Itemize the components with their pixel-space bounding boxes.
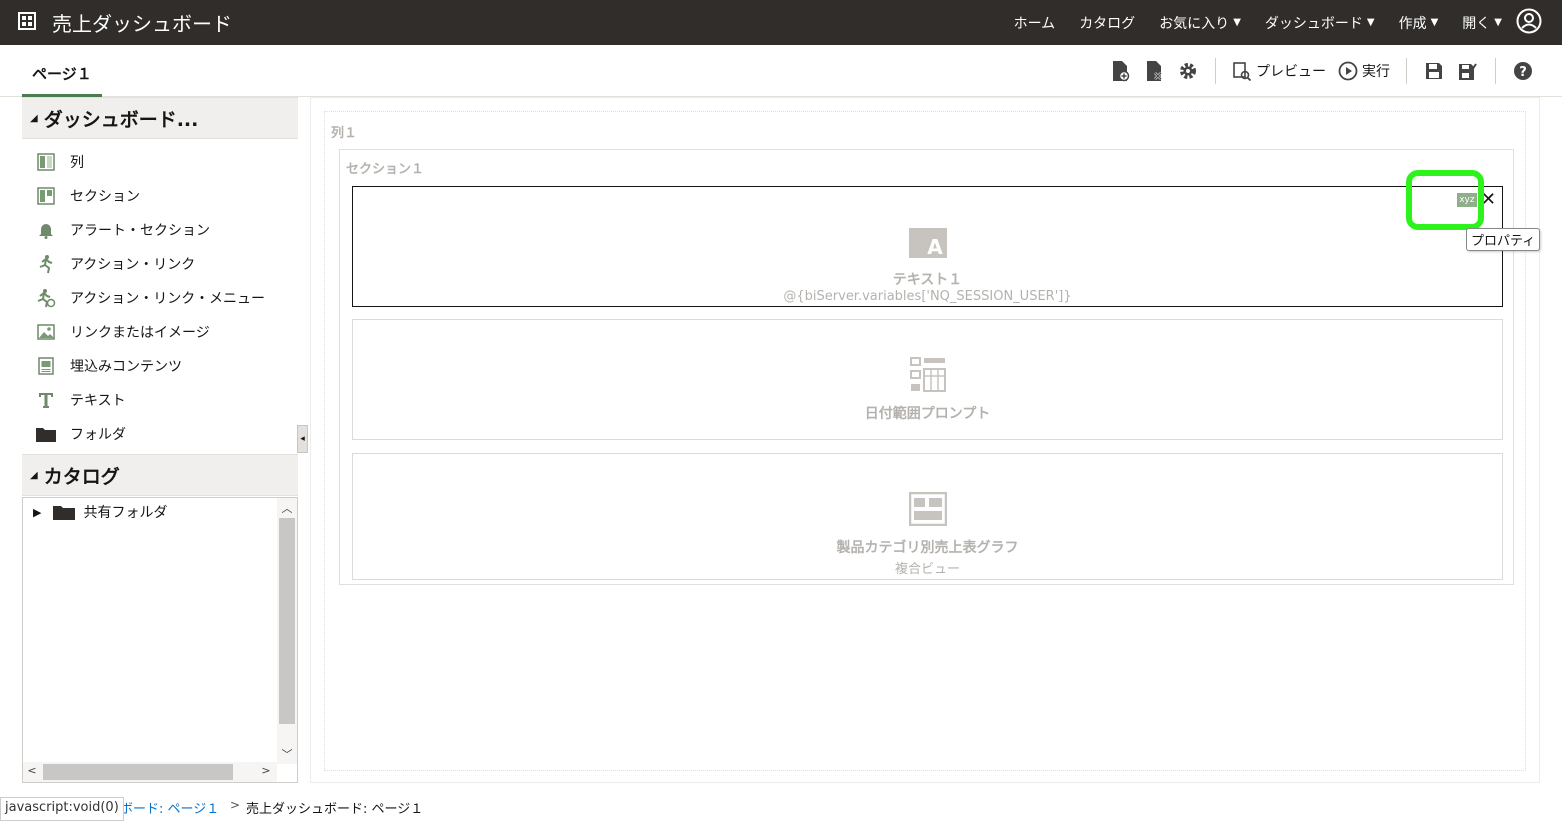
- bell-icon: [36, 220, 56, 240]
- help-icon[interactable]: ?: [1512, 60, 1534, 82]
- scroll-right-icon[interactable]: >: [259, 764, 273, 778]
- object-item-folder[interactable]: フォルダ: [22, 417, 298, 451]
- dashboard-objects-header[interactable]: ◢ ダッシュボード...: [22, 97, 298, 139]
- object-item-section[interactable]: セクション: [22, 179, 298, 213]
- image-icon: [36, 322, 56, 342]
- column-label: 列１: [331, 126, 358, 141]
- folder-icon: [53, 506, 76, 520]
- svg-text:?: ?: [1519, 65, 1527, 80]
- scroll-left-icon[interactable]: <: [25, 764, 39, 778]
- caret-down-icon: ▼: [1233, 17, 1241, 28]
- view-subtitle: @{biServer.variables['NQ_SESSION_USER']}: [783, 289, 1072, 304]
- view-title: 製品カテゴリ別売上表グラフ: [836, 540, 1019, 556]
- nav-home[interactable]: ホーム: [1014, 13, 1056, 33]
- action-link-icon: [36, 254, 56, 274]
- view-tools: xyz ✕: [1456, 191, 1496, 209]
- tree-item-shared-folders[interactable]: ▶ 共有フォルダ: [33, 502, 167, 522]
- status-bar-link-preview: javascript:void(0): [0, 797, 124, 821]
- view-date-prompt[interactable]: 日付範囲プロンプト: [352, 319, 1503, 440]
- collapse-triangle-icon: ◢: [30, 469, 38, 481]
- object-item-embedded-content[interactable]: 埋込みコンテンツ: [22, 349, 298, 383]
- object-item-link-or-image[interactable]: リンクまたはイメージ: [22, 315, 298, 349]
- caret-down-icon: ▼: [1430, 17, 1439, 28]
- scroll-up-icon[interactable]: ︿: [280, 500, 294, 515]
- top-bar: 売上ダッシュボード ホーム カタログ お気に入り ▼ ダッシュボード ▼ 作成 ▼ 開…: [0, 0, 1562, 45]
- text-icon: [36, 390, 56, 410]
- object-item-text[interactable]: テキスト: [22, 383, 298, 417]
- scroll-thumb[interactable]: [43, 764, 233, 780]
- left-panel: ◢ ダッシュボード... 列 セクション アラート・セクション アクション・リン…: [22, 97, 298, 783]
- delete-page-icon[interactable]: [1143, 60, 1165, 82]
- editor-toolbar: プレビュー 実行 ?: [1109, 57, 1534, 85]
- add-page-icon[interactable]: [1109, 60, 1131, 82]
- preview-button[interactable]: プレビュー: [1232, 61, 1326, 81]
- save-icon[interactable]: [1423, 60, 1445, 82]
- catalog-tree-box: ▶ 共有フォルダ ︿ ﹀ < >: [22, 497, 298, 783]
- caret-down-icon: ▼: [1366, 17, 1375, 28]
- view-text[interactable]: A テキスト１ @{biServer.variables['NQ_SESSION…: [352, 186, 1503, 307]
- section-label: セクション１: [346, 162, 425, 177]
- settings-gear-icon[interactable]: [1177, 60, 1199, 82]
- nav-open[interactable]: 開く ▼: [1462, 13, 1502, 33]
- object-item-column[interactable]: 列: [22, 145, 298, 179]
- folder-icon: [36, 424, 56, 444]
- object-item-action-link[interactable]: アクション・リンク: [22, 247, 298, 281]
- layout-canvas: 列１ セクション１ A テキスト１ @{biServer.variables['…: [310, 97, 1540, 783]
- collapse-triangle-icon: ◢: [30, 112, 38, 124]
- expand-triangle-icon[interactable]: ▶: [33, 506, 41, 519]
- breadcrumb-link[interactable]: ボード: ページ１: [120, 798, 219, 817]
- embedded-content-icon: [36, 356, 56, 376]
- app-title: 売上ダッシュボード: [52, 12, 232, 36]
- toolbar-divider: [1495, 58, 1496, 84]
- breadcrumb-current: 売上ダッシュボード: ページ１: [246, 802, 424, 817]
- dashboard-objects-list: 列 セクション アラート・セクション アクション・リンク アクション・リンク・メ…: [22, 139, 298, 451]
- breadcrumb-separator: >: [230, 798, 241, 812]
- nav-create[interactable]: 作成 ▼: [1399, 13, 1439, 33]
- svg-text:A: A: [927, 235, 943, 258]
- view-title: 日付範囲プロンプト: [864, 406, 991, 422]
- play-icon: [1338, 61, 1358, 81]
- properties-button[interactable]: xyz: [1456, 193, 1477, 207]
- text-view-icon: A: [908, 228, 947, 258]
- save-as-icon[interactable]: [1457, 60, 1479, 82]
- nav-catalog[interactable]: カタログ: [1079, 13, 1135, 33]
- object-item-alert-section[interactable]: アラート・セクション: [22, 213, 298, 247]
- section-icon: [36, 186, 56, 206]
- column-container[interactable]: 列１ セクション１ A テキスト１ @{biServer.variables['…: [324, 111, 1526, 771]
- top-nav: ホーム カタログ お気に入り ▼ ダッシュボード ▼ 作成 ▼ 開く ▼: [1014, 0, 1502, 45]
- compound-view-icon: [908, 492, 947, 526]
- close-icon[interactable]: ✕: [1481, 191, 1496, 209]
- properties-tooltip: プロパティ: [1466, 228, 1541, 251]
- run-button[interactable]: 実行: [1338, 61, 1390, 81]
- prompt-view-icon: [909, 357, 946, 392]
- catalog-header[interactable]: ◢ カタログ: [22, 454, 298, 496]
- apps-grid-icon[interactable]: [18, 12, 36, 30]
- view-compound[interactable]: 製品カテゴリ別売上表グラフ 複合ビュー: [352, 453, 1503, 580]
- object-item-action-link-menu[interactable]: アクション・リンク・メニュー: [22, 281, 298, 315]
- catalog-vertical-scrollbar[interactable]: ︿ ﹀: [277, 498, 297, 764]
- user-profile-icon[interactable]: [1516, 8, 1542, 34]
- scroll-down-icon[interactable]: ﹀: [280, 746, 294, 761]
- page-tab[interactable]: ページ１: [22, 61, 102, 97]
- nav-favorites[interactable]: お気に入り ▼: [1159, 13, 1241, 33]
- scroll-thumb[interactable]: [279, 518, 295, 724]
- column-icon: [36, 152, 56, 172]
- section-container[interactable]: セクション１ A テキスト１ @{biServer.variables['NQ_…: [339, 149, 1514, 585]
- toolbar-divider: [1406, 58, 1407, 84]
- action-link-menu-icon: [36, 288, 56, 308]
- toolbar-divider: [1215, 58, 1216, 84]
- page-tab-row: ページ１ プレビュー 実行 ?: [0, 45, 1562, 97]
- collapse-panel-handle[interactable]: ◂: [297, 425, 308, 453]
- view-subtitle: 複合ビュー: [894, 562, 960, 577]
- catalog-horizontal-scrollbar[interactable]: < >: [23, 762, 277, 782]
- catalog-tree: ▶ 共有フォルダ: [23, 498, 277, 764]
- preview-icon: [1233, 62, 1252, 81]
- view-title: テキスト１: [892, 272, 963, 288]
- nav-dashboards[interactable]: ダッシュボード ▼: [1265, 13, 1375, 33]
- caret-down-icon: ▼: [1494, 17, 1502, 28]
